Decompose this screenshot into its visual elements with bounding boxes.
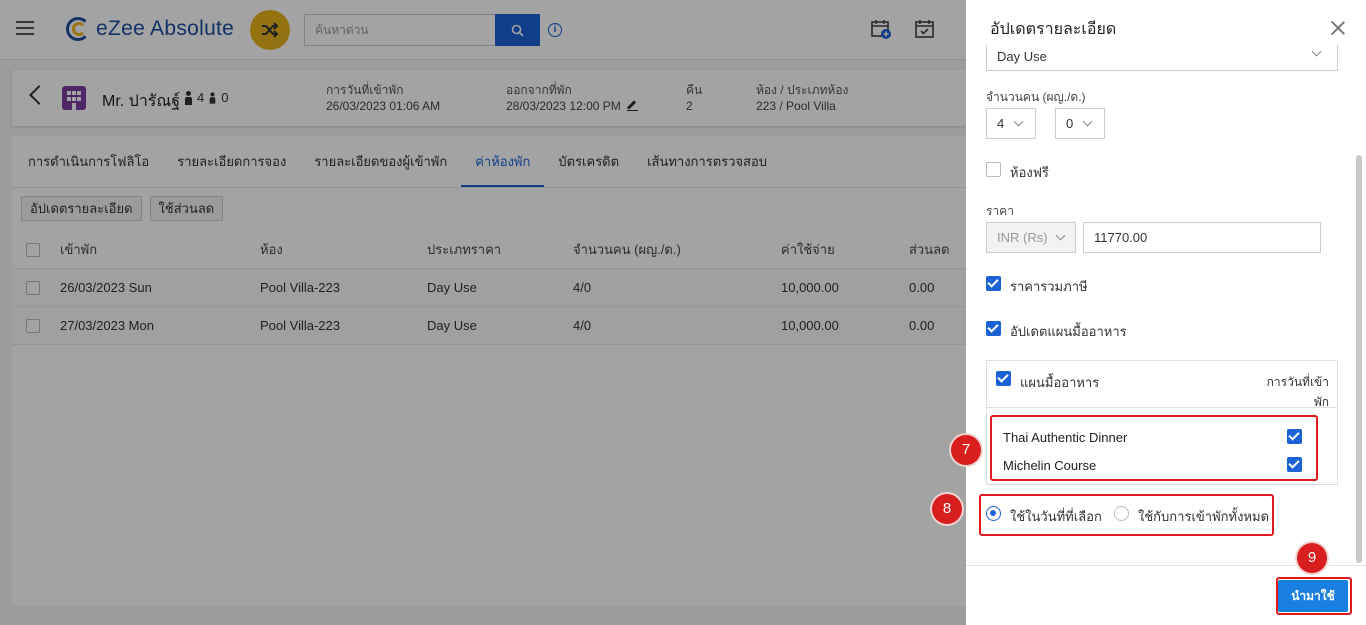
close-icon[interactable] [1330,20,1346,36]
chevron-down-icon [1013,116,1024,127]
panel-scrollbar[interactable] [1356,155,1362,563]
price-value: 11770.00 [1094,230,1148,245]
tax-inclusive-label: ราคารวมภาษี [1010,279,1088,294]
free-room-label: ห้องฟรี [1010,165,1049,180]
modal-overlay[interactable] [0,0,966,625]
update-meal-plan-checkbox[interactable] [986,321,1001,336]
radio-all-stay-label: ใช้กับการเข้าพักทั้งหมด [1138,509,1270,524]
chevron-down-icon [1082,116,1093,127]
panel-title: อัปเดตรายละเอียด [990,21,1117,38]
meal-col-header: การวันที่เข้า พัก [1257,372,1329,412]
currency-value: INR (Rs) [997,230,1048,245]
divider [987,407,1337,408]
free-room-checkbox[interactable] [986,162,1001,177]
step-badge-9: 9 [1297,543,1327,573]
adults-value: 4 [997,116,1005,131]
chevron-down-icon [1055,230,1066,241]
price-label: ราคา [986,204,1014,218]
meal-col-header-line1: การวันที่เข้า [1266,375,1329,389]
radio-all-stay[interactable] [1114,506,1129,521]
pax-label: จำนวนคน (ผญ./ด.) [986,90,1086,104]
chevron-down-icon [1311,46,1322,57]
adults-select[interactable]: 4 [986,108,1036,139]
step-badge-8: 8 [932,494,962,524]
apply-button[interactable]: นำมาใช้ [1278,580,1348,612]
annotation-box-meals [990,415,1318,481]
price-input[interactable]: 11770.00 [1083,222,1321,253]
meal-plan-select-all-checkbox[interactable] [996,371,1011,386]
tax-inclusive-checkbox[interactable] [986,276,1001,291]
currency-select[interactable]: INR (Rs) [986,222,1076,253]
children-select[interactable]: 0 [1055,108,1105,139]
update-details-panel: อัปเดตรายละเอียด Day Use จำนวนคน (ผญ./ด.… [932,0,1366,625]
radio-selected-dates[interactable] [986,506,1001,521]
rate-type-value: Day Use [997,49,1047,64]
meal-plan-header: แผนมื้ออาหาร [1020,375,1100,390]
panel-body: Day Use จำนวนคน (ผญ./ด.) 4 0 ห้องฟรี ราค… [966,45,1366,565]
children-value: 0 [1066,116,1074,131]
meal-col-header-line2: พัก [1313,395,1329,409]
rate-type-select[interactable]: Day Use [986,45,1338,71]
step-badge-7: 7 [951,435,981,465]
radio-selected-dates-label: ใช้ในวันที่ที่เลือก [1010,509,1102,524]
update-meal-plan-label: อัปเดตแผนมื้ออาหาร [1010,324,1127,339]
